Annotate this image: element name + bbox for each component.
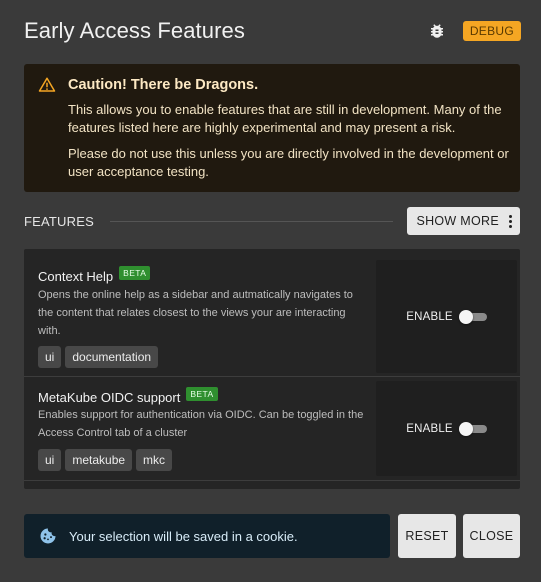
feature-title: Context Help BETA bbox=[38, 265, 151, 284]
feature-description: Opens the online help as a sidebar and a… bbox=[38, 289, 353, 337]
cookie-icon bbox=[39, 527, 57, 545]
debug-badge: DEBUG bbox=[462, 21, 521, 41]
show-more-button[interactable]: SHOW MORE bbox=[407, 207, 520, 235]
tag: metakube bbox=[65, 449, 133, 471]
feature-description: Enables support for authentication via O… bbox=[38, 409, 364, 439]
feature-tags: ui documentation bbox=[38, 346, 159, 368]
enable-toggle[interactable] bbox=[458, 309, 487, 324]
divider bbox=[109, 220, 394, 222]
enable-label: ENABLE bbox=[406, 422, 453, 435]
cookie-notice: Your selection will be saved in a cookie… bbox=[24, 514, 390, 558]
tag: mkc bbox=[136, 449, 173, 471]
early-access-dialog: Early Access Features DEBUG Caution! The… bbox=[0, 0, 541, 582]
show-more-label: SHOW MORE bbox=[416, 214, 499, 228]
features-section-header: FEATURES SHOW MORE bbox=[24, 207, 520, 235]
tag: ui bbox=[38, 449, 62, 471]
caution-title: Caution! There be Dragons. bbox=[68, 77, 259, 93]
feature-title-text: Context Help bbox=[38, 269, 114, 284]
caution-paragraph-1: This allows you to enable features that … bbox=[68, 102, 502, 135]
beta-badge: BETA bbox=[186, 386, 218, 401]
enable-toggle[interactable] bbox=[458, 421, 487, 436]
beta-badge: BETA bbox=[119, 265, 151, 280]
cookie-notice-text: Your selection will be saved in a cookie… bbox=[69, 528, 298, 544]
dialog-header: Early Access Features DEBUG bbox=[24, 14, 521, 48]
dialog-title: Early Access Features bbox=[24, 18, 245, 43]
feature-title: MetaKube OIDC support BETA bbox=[38, 386, 218, 405]
close-button[interactable]: CLOSE bbox=[463, 514, 520, 558]
feature-tags: ui metakube mkc bbox=[38, 449, 173, 471]
enable-toggle-panel: ENABLE bbox=[376, 260, 517, 373]
tag: ui bbox=[38, 346, 62, 368]
feature-title-text: MetaKube OIDC support bbox=[38, 390, 181, 405]
feature-item-context-help: Context Help BETA Opens the online help … bbox=[24, 249, 520, 377]
feature-list: Context Help BETA Opens the online help … bbox=[24, 249, 520, 489]
enable-label: ENABLE bbox=[406, 310, 453, 323]
reset-button[interactable]: RESET bbox=[398, 514, 456, 558]
bug-icon[interactable] bbox=[427, 21, 447, 41]
enable-toggle-panel: ENABLE bbox=[376, 381, 517, 476]
caution-banner: Caution! There be Dragons. This allows y… bbox=[24, 64, 520, 192]
feature-item-metakube-oidc: MetaKube OIDC support BETA Enables suppo… bbox=[24, 378, 520, 481]
caution-paragraph-2: Please do not use this unless you are di… bbox=[68, 146, 509, 179]
warning-triangle-icon bbox=[38, 76, 56, 94]
tag: documentation bbox=[65, 346, 159, 368]
features-label: FEATURES bbox=[24, 213, 94, 229]
more-vert-icon bbox=[509, 214, 512, 228]
